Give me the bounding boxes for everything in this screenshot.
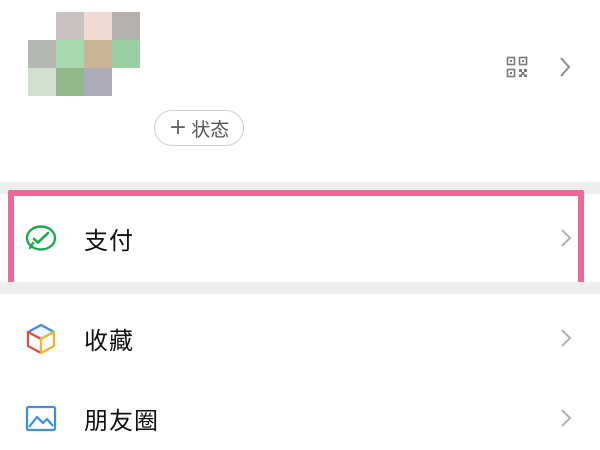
plus-icon: + — [168, 115, 188, 140]
section-gap — [0, 182, 600, 194]
qr-code-icon[interactable] — [506, 56, 528, 78]
avatar-cell — [28, 40, 56, 68]
avatar-cell — [28, 68, 56, 96]
avatar-cell — [56, 40, 84, 68]
add-status-button[interactable]: + 状态 — [154, 110, 244, 146]
moments-picture-icon — [25, 405, 57, 432]
favorites-cube-icon — [26, 323, 56, 355]
avatar-cell — [112, 68, 140, 96]
menu-item-label: 支付 — [84, 226, 134, 255]
menu-item-label: 收藏 — [84, 326, 134, 355]
menu-item-favorites[interactable]: 收藏 — [0, 294, 600, 382]
menu-item-pay[interactable]: 支付 — [0, 190, 600, 290]
avatar-cell — [84, 40, 112, 68]
avatar[interactable] — [28, 12, 140, 96]
menu-item-moments[interactable]: 朋友圈 — [0, 376, 600, 450]
avatar-cell — [84, 68, 112, 96]
section-gap — [0, 282, 600, 294]
chevron-right-icon — [561, 229, 572, 247]
chevron-right-icon — [561, 329, 572, 347]
chevron-right-icon — [560, 57, 571, 77]
avatar-cell — [112, 40, 140, 68]
chevron-right-icon — [561, 409, 572, 427]
menu-item-label: 朋友圈 — [84, 406, 159, 435]
profile-header[interactable]: + 状态 — [0, 0, 600, 182]
avatar-cell — [28, 12, 56, 40]
avatar-cell — [56, 68, 84, 96]
avatar-cell — [56, 12, 84, 40]
pay-icon — [25, 225, 57, 251]
status-label: 状态 — [191, 118, 230, 141]
avatar-cell — [84, 12, 112, 40]
avatar-cell — [112, 12, 140, 40]
